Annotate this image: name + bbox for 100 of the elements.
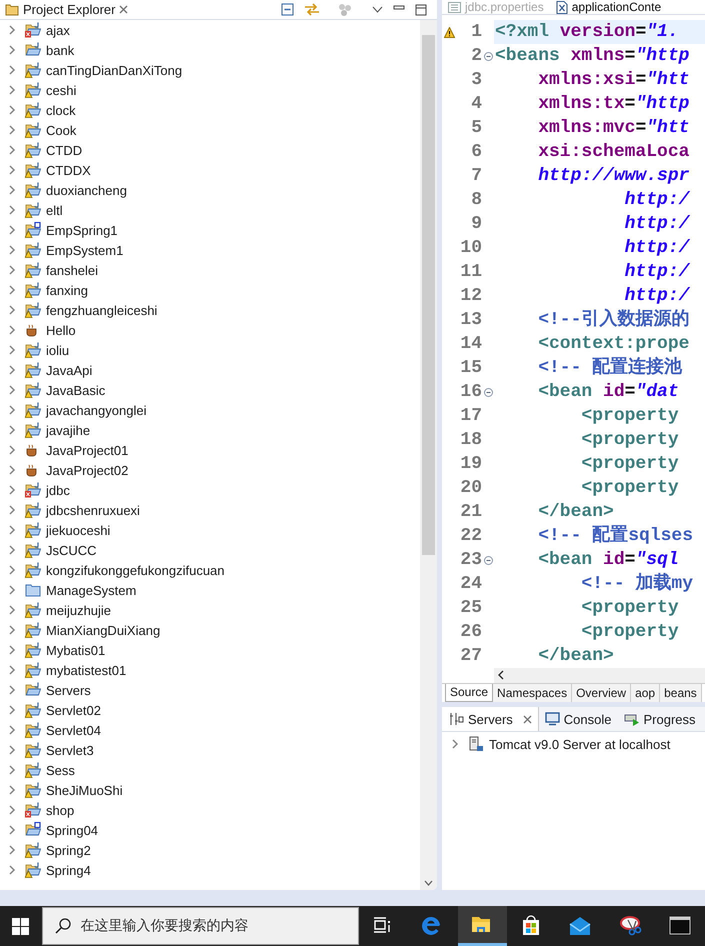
search-box[interactable]: 在这里输入你要搜索的内容 [42, 907, 358, 945]
project-item[interactable]: JavaProject02 [46, 462, 128, 478]
project-item[interactable]: ioliu [46, 342, 70, 358]
project-warning-icon [25, 362, 41, 378]
project-item[interactable]: Spring4 [46, 862, 91, 878]
line-number: 1 [470, 22, 482, 42]
line-number: 22 [459, 526, 482, 546]
expand-icon[interactable] [452, 739, 459, 749]
project-warning-icon [25, 62, 41, 78]
project-item[interactable]: eltl [46, 202, 63, 218]
project-item[interactable]: canTingDianDanXiTong [46, 62, 182, 78]
code-line: http:/ [624, 213, 692, 236]
project-warning-icon [25, 542, 41, 558]
view-tab[interactable]: Progress [618, 707, 702, 731]
horizontal-scrollbar[interactable] [494, 668, 705, 683]
project-item[interactable]: JavaApi [46, 362, 92, 378]
maximize-icon[interactable] [415, 4, 427, 16]
view-tab[interactable]: Console [538, 707, 618, 731]
browser-icon [422, 916, 440, 935]
project-warning-icon [25, 382, 41, 398]
editor-page-tab[interactable]: Namespaces [493, 684, 572, 702]
project-item[interactable]: EmpSpring1 [46, 222, 118, 238]
server-item[interactable]: Tomcat v9.0 Server at localhost [489, 736, 670, 752]
project-item[interactable]: JavaBasic [46, 382, 106, 398]
view-tab[interactable]: Servers [442, 707, 539, 731]
project-item[interactable]: meijuzhujie [46, 602, 112, 618]
project-warning-icon [25, 702, 41, 718]
project-item[interactable]: kongzifukonggefukongzifucuan [46, 562, 225, 578]
project-item[interactable]: Cook [46, 122, 76, 138]
project-item[interactable]: Servlet3 [46, 742, 94, 758]
code-line: <bean id="dat [537, 381, 680, 404]
project-item[interactable]: CTDDX [46, 162, 91, 178]
scrollbar-thumb[interactable] [422, 35, 435, 555]
project-item[interactable]: mybatistest01 [46, 662, 126, 678]
project-item[interactable]: Spring04 [46, 822, 98, 838]
servers-icon [448, 712, 464, 726]
project-item[interactable]: Servers [46, 682, 91, 698]
project-warning-icon [25, 82, 41, 98]
project-warning-icon [25, 562, 41, 578]
project-item[interactable]: SheJiMuoShi [46, 782, 123, 798]
project-item[interactable]: Sess [46, 762, 75, 778]
project-item[interactable]: duoxiancheng [46, 182, 127, 198]
project-item[interactable]: JsCUCC [46, 542, 97, 558]
project-item[interactable]: Servlet02 [46, 702, 101, 718]
vertical-scrollbar[interactable] [420, 20, 437, 890]
server-icon [468, 736, 484, 752]
windows-start-icon[interactable] [12, 918, 30, 934]
project-item[interactable]: ajax [46, 22, 70, 38]
close-icon[interactable] [119, 5, 128, 14]
link-icon[interactable] [304, 3, 320, 16]
project-error-icon [25, 802, 41, 818]
project-item[interactable]: clock [46, 102, 76, 118]
editor-page-tab[interactable]: beans [660, 684, 702, 702]
line-number: 4 [470, 94, 482, 114]
project-item[interactable]: jiekuoceshi [46, 522, 110, 538]
project-explorer-tab[interactable]: Project Explorer [0, 0, 136, 19]
line-number: 3 [470, 70, 482, 90]
editor-tab[interactable]: applicationConte [550, 0, 668, 14]
progress-icon [624, 712, 640, 726]
project-item[interactable]: fengzhuangleiceshi [46, 302, 158, 318]
collapse-all-icon[interactable] [281, 3, 294, 16]
editor-page-tab[interactable]: Overview [572, 684, 632, 702]
collapse-icon[interactable] [484, 388, 492, 396]
collapse-icon[interactable] [484, 52, 492, 60]
close-icon[interactable] [522, 714, 532, 724]
project-item[interactable]: EmpSystem1 [46, 242, 124, 258]
project-item[interactable]: Hello [46, 322, 76, 338]
project-item[interactable]: ManageSystem [46, 582, 136, 598]
project-warning-icon [25, 242, 41, 258]
collapse-icon[interactable] [484, 556, 492, 564]
editor-page-tab[interactable]: Source [445, 684, 494, 702]
project-item[interactable]: MianXiangDuiXiang [46, 622, 160, 638]
project-warning-icon [25, 102, 41, 118]
view-menu-icon[interactable] [372, 6, 383, 14]
project-item[interactable]: jdbcshenruxuexi [46, 502, 140, 518]
project-item[interactable]: jdbc [46, 482, 70, 498]
taskbar-app[interactable] [458, 906, 507, 946]
project-item[interactable]: Mybatis01 [46, 642, 106, 658]
project-item[interactable]: shop [46, 802, 74, 818]
project-item[interactable]: CTDD [46, 142, 82, 158]
project-item[interactable]: bank [46, 42, 74, 58]
project-warning-icon [25, 742, 41, 758]
project-item[interactable]: Servlet04 [46, 722, 101, 738]
line-number: 18 [459, 430, 482, 450]
project-item[interactable]: javajihe [46, 422, 90, 438]
code-line: <beans xmlns="http [494, 45, 690, 68]
scroll-down-icon[interactable] [424, 880, 433, 886]
editor-page-tab[interactable]: aop [631, 684, 660, 702]
project-warning-icon [25, 162, 41, 178]
code-line: xmlns:mvc="htt [537, 117, 690, 140]
code-line: </bean> [537, 501, 615, 524]
project-item[interactable]: fanshelei [46, 262, 98, 278]
project-item[interactable]: javachangyonglei [46, 402, 146, 418]
spring-project-icon [25, 822, 41, 838]
line-number: 24 [459, 574, 482, 594]
project-item[interactable]: JavaProject01 [46, 442, 128, 458]
project-item[interactable]: fanxing [46, 282, 88, 298]
project-item[interactable]: Spring2 [46, 842, 91, 858]
project-item[interactable]: ceshi [46, 82, 76, 98]
project-warning-icon [25, 622, 41, 638]
